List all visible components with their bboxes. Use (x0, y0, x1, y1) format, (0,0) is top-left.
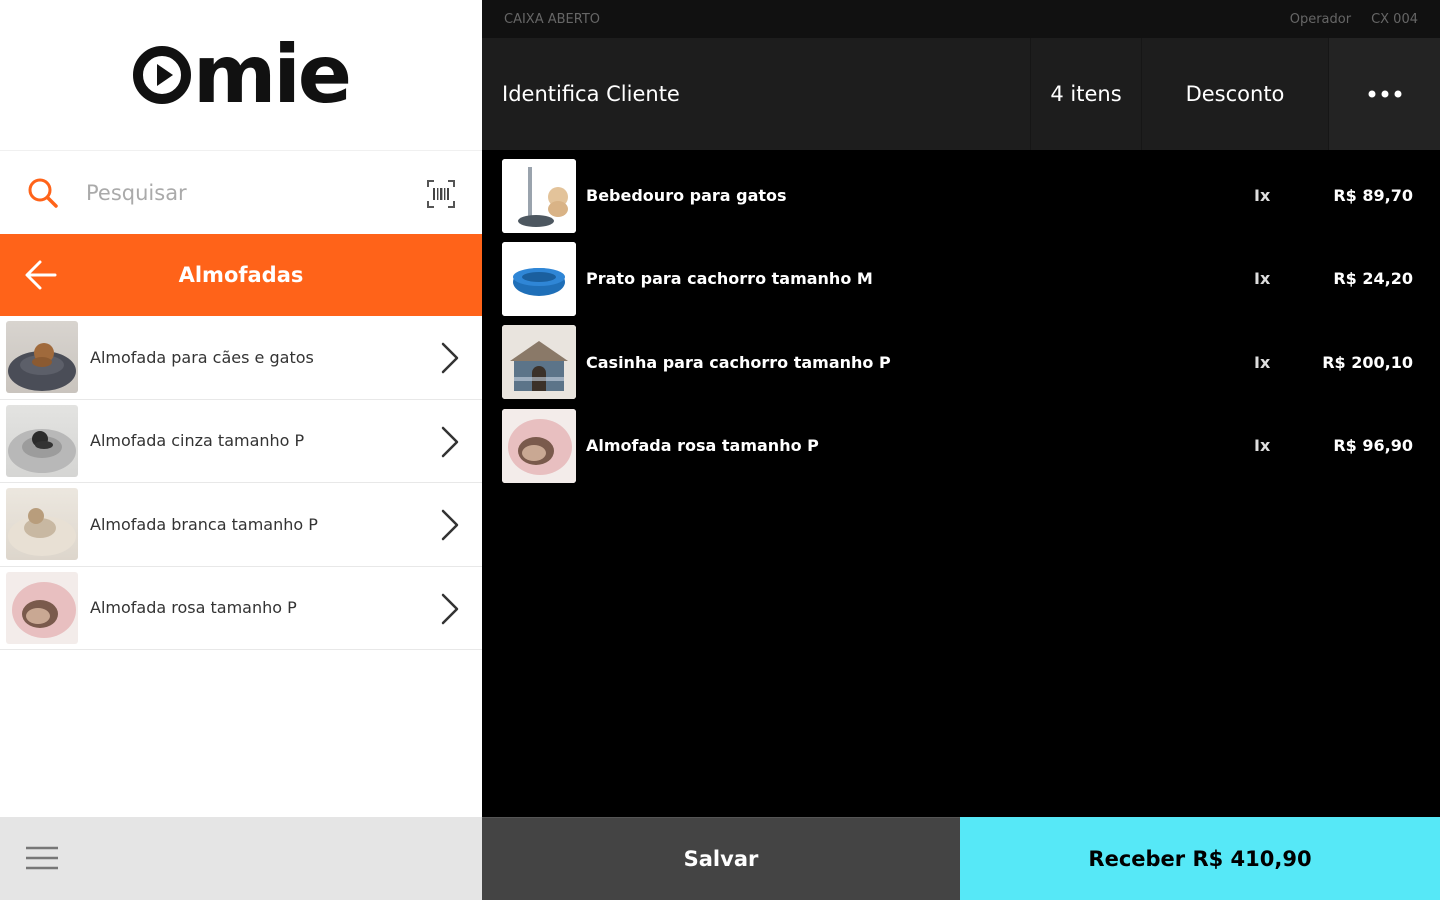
cart-item-name: Prato para cachorro tamanho M (586, 269, 873, 289)
cart-row[interactable]: Prato para cachorro tamanho M Ix R$ 24,2… (482, 237, 1440, 320)
bottom-bar (0, 817, 482, 900)
cart-item-qty: Ix (1254, 436, 1271, 456)
logo-area: mie (0, 0, 482, 150)
hamburger-menu-icon[interactable] (24, 842, 60, 874)
omie-logo: mie (132, 28, 352, 121)
arrow-left-icon[interactable] (22, 256, 60, 294)
list-item[interactable]: Almofada para cães e gatos (0, 316, 482, 400)
cart-panel: CAIXA ABERTO Operador CX 004 Identifica … (482, 0, 1440, 900)
cart-item-name: Casinha para cachorro tamanho P (586, 352, 891, 372)
product-thumbnail (502, 325, 576, 400)
cart-row[interactable]: Casinha para cachorro tamanho P Ix R$ 20… (482, 321, 1440, 404)
cart-item-price: R$ 96,90 (1333, 436, 1413, 456)
product-list: Almofada para cães e gatos Almofada cinz… (0, 316, 482, 650)
logo-play-mark (132, 46, 191, 104)
cart-item-price: R$ 200,10 (1322, 352, 1413, 372)
product-thumbnail (502, 241, 576, 316)
chevron-right-icon (441, 426, 459, 457)
cart-row[interactable]: Bebedouro para gatos Ix R$ 89,70 (482, 154, 1440, 237)
operator-label: Operador (1289, 11, 1352, 27)
list-item[interactable]: Almofada branca tamanho P (0, 483, 482, 567)
product-thumbnail (6, 488, 78, 561)
logo-wordmark: mie (192, 28, 352, 121)
cart-item-qty: Ix (1254, 352, 1271, 372)
cart-item-name: Bebedouro para gatos (586, 186, 787, 206)
product-thumbnail (6, 321, 78, 394)
category-title: Almofadas (178, 263, 304, 287)
cart-toolbar: Identifica Cliente 4 itens Desconto (482, 38, 1440, 150)
product-thumbnail (502, 158, 576, 233)
list-item[interactable]: Almofada cinza tamanho P (0, 400, 482, 483)
cart-item-name: Almofada rosa tamanho P (586, 436, 819, 456)
barcode-icon[interactable] (426, 179, 456, 209)
cart-item-price: R$ 24,20 (1333, 269, 1413, 289)
cart-item-qty: Ix (1254, 269, 1271, 289)
chevron-right-icon (441, 593, 459, 624)
cart-list: Bebedouro para gatos Ix R$ 89,70 Prato p… (482, 150, 1440, 487)
search-input[interactable] (86, 180, 386, 205)
cart-item-price: R$ 89,70 (1333, 186, 1413, 206)
product-name: Almofada cinza tamanho P (90, 431, 305, 451)
product-thumbnail (6, 404, 78, 477)
discount-button[interactable]: Desconto (1141, 38, 1328, 150)
cart-footer: Salvar Receber R$ 410,90 (482, 817, 1440, 900)
status-bar: CAIXA ABERTO Operador CX 004 (482, 0, 1440, 38)
save-button[interactable]: Salvar (482, 817, 960, 900)
search-icon[interactable] (26, 176, 60, 210)
product-name: Almofada rosa tamanho P (90, 598, 297, 618)
receive-payment-button[interactable]: Receber R$ 410,90 (960, 817, 1440, 900)
product-thumbnail (6, 571, 78, 644)
items-count-button[interactable]: 4 itens (1030, 38, 1141, 150)
chevron-right-icon (441, 342, 459, 374)
more-dots-icon (1368, 90, 1401, 98)
category-header: Almofadas (0, 234, 482, 316)
register-id: CX 004 (1371, 11, 1418, 27)
product-name: Almofada para cães e gatos (90, 347, 314, 367)
register-status: CAIXA ABERTO (504, 11, 601, 27)
identify-client-button[interactable]: Identifica Cliente (482, 38, 1030, 150)
catalog-panel: mie Almofadas Almofada para cães e gat (0, 0, 482, 900)
chevron-right-icon (441, 509, 459, 541)
search-bar (0, 150, 482, 234)
product-thumbnail (502, 408, 576, 483)
cart-item-qty: Ix (1254, 186, 1271, 206)
cart-row[interactable]: Almofada rosa tamanho P Ix R$ 96,90 (482, 404, 1440, 487)
list-item[interactable]: Almofada rosa tamanho P (0, 567, 482, 650)
product-name: Almofada branca tamanho P (90, 514, 318, 534)
more-button[interactable] (1328, 38, 1440, 150)
